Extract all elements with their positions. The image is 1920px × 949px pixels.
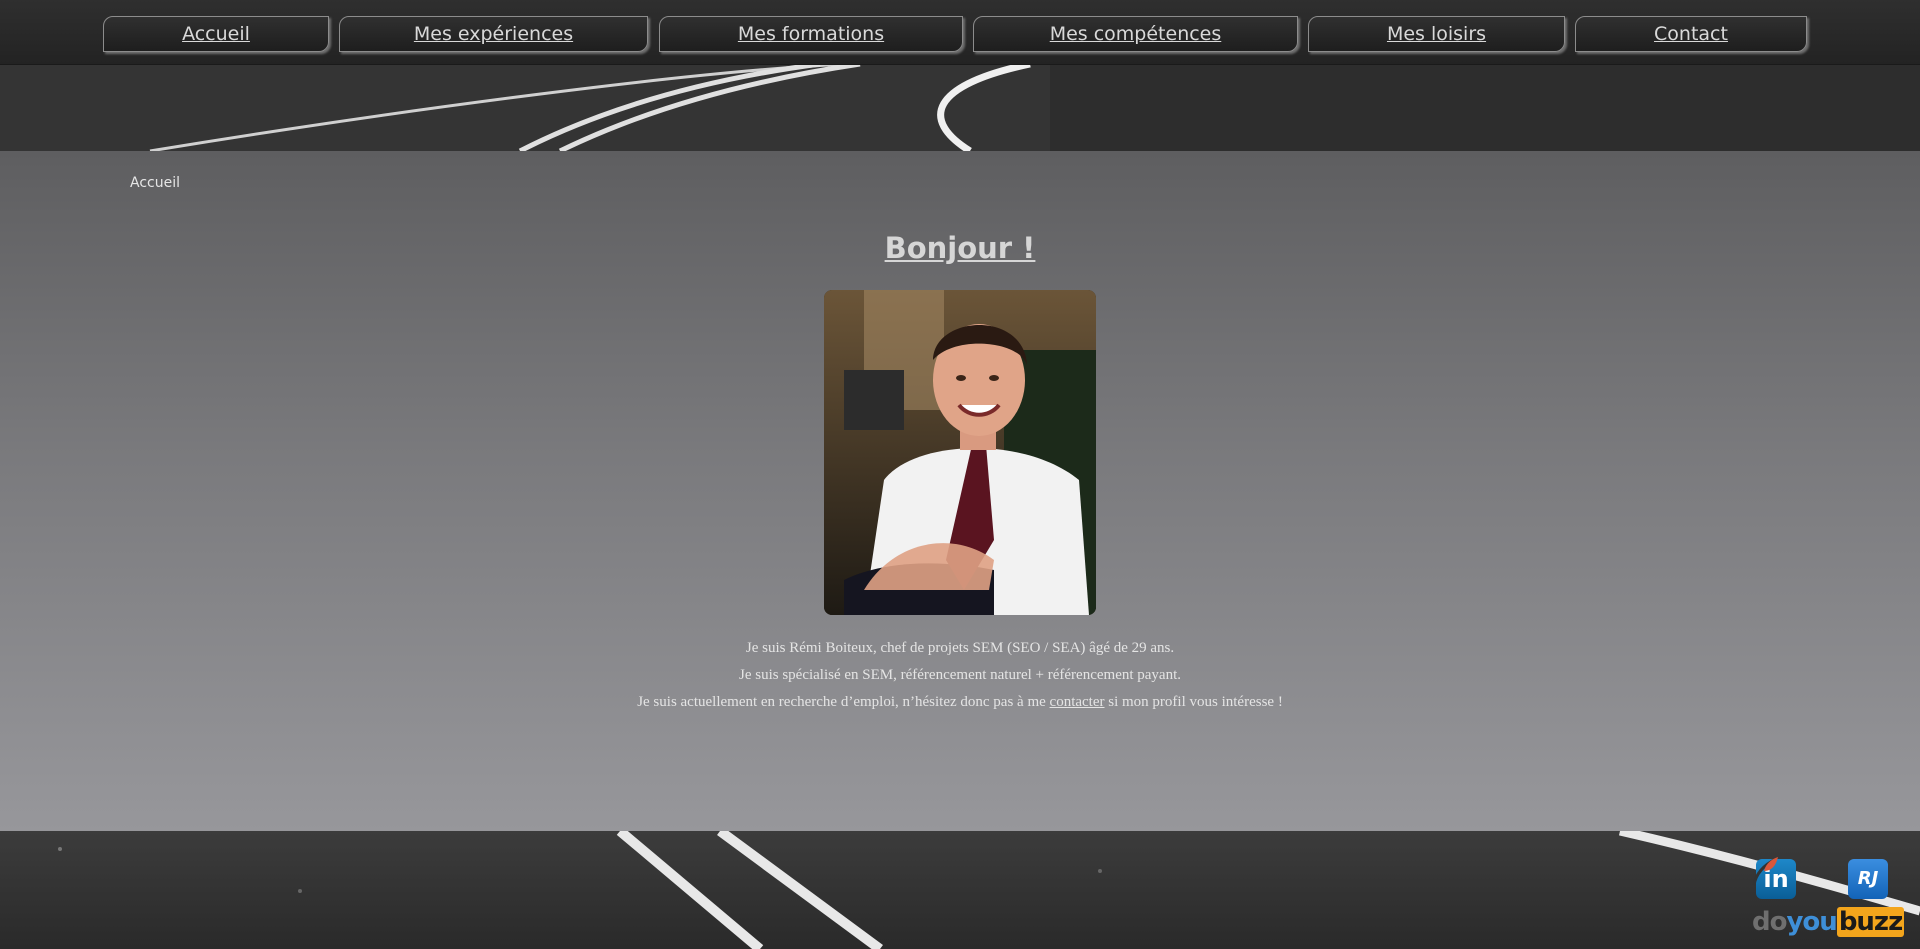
profile-photo bbox=[824, 290, 1096, 615]
doyoubuzz-do: do bbox=[1752, 907, 1787, 937]
contact-link[interactable]: contacter bbox=[1050, 694, 1105, 710]
main-content: Accueil Bonjour ! Je suis Rémi Boiteux, … bbox=[0, 151, 1920, 831]
intro-line-3: Je suis actuellement en recherche d’empl… bbox=[0, 689, 1920, 716]
nav-competences[interactable]: Mes compétences bbox=[973, 16, 1298, 52]
nav-experiences[interactable]: Mes expériences bbox=[339, 16, 648, 52]
doyoubuzz-logo[interactable]: doyoubuzz bbox=[1752, 907, 1905, 937]
leaf-icon[interactable] bbox=[1750, 855, 1780, 887]
main-navigation: Accueil Mes expériences Mes formations M… bbox=[0, 0, 1920, 65]
nav-accueil[interactable]: Accueil bbox=[103, 16, 329, 52]
social-links: in RJ doyoubuzz bbox=[1750, 855, 1905, 941]
nav-loisirs[interactable]: Mes loisirs bbox=[1308, 16, 1565, 52]
page-title: Bonjour ! bbox=[884, 231, 1036, 265]
intro-text: Je suis Rémi Boiteux, chef de projets SE… bbox=[0, 635, 1920, 716]
intro-line-1: Je suis Rémi Boiteux, chef de projets SE… bbox=[745, 640, 1175, 656]
footer-road-background: in RJ doyoubuzz bbox=[0, 831, 1920, 949]
intro-line-3-before: Je suis actuellement en recherche d’empl… bbox=[637, 694, 1050, 710]
rj-icon[interactable]: RJ bbox=[1848, 859, 1888, 899]
nav-formations[interactable]: Mes formations bbox=[659, 16, 963, 52]
profile-photo-illustration bbox=[824, 290, 1096, 615]
road-lines-bottom bbox=[58, 831, 1920, 949]
doyoubuzz-buzz: buzz bbox=[1836, 907, 1905, 937]
doyoubuzz-you: you bbox=[1786, 907, 1837, 937]
breadcrumb: Accueil bbox=[130, 175, 180, 191]
intro-line-3-after: si mon profil vous intéresse ! bbox=[1104, 694, 1283, 710]
intro-line-2: Je suis spécialisé en SEM, référencement… bbox=[738, 667, 1182, 683]
nav-contact[interactable]: Contact bbox=[1575, 16, 1807, 52]
